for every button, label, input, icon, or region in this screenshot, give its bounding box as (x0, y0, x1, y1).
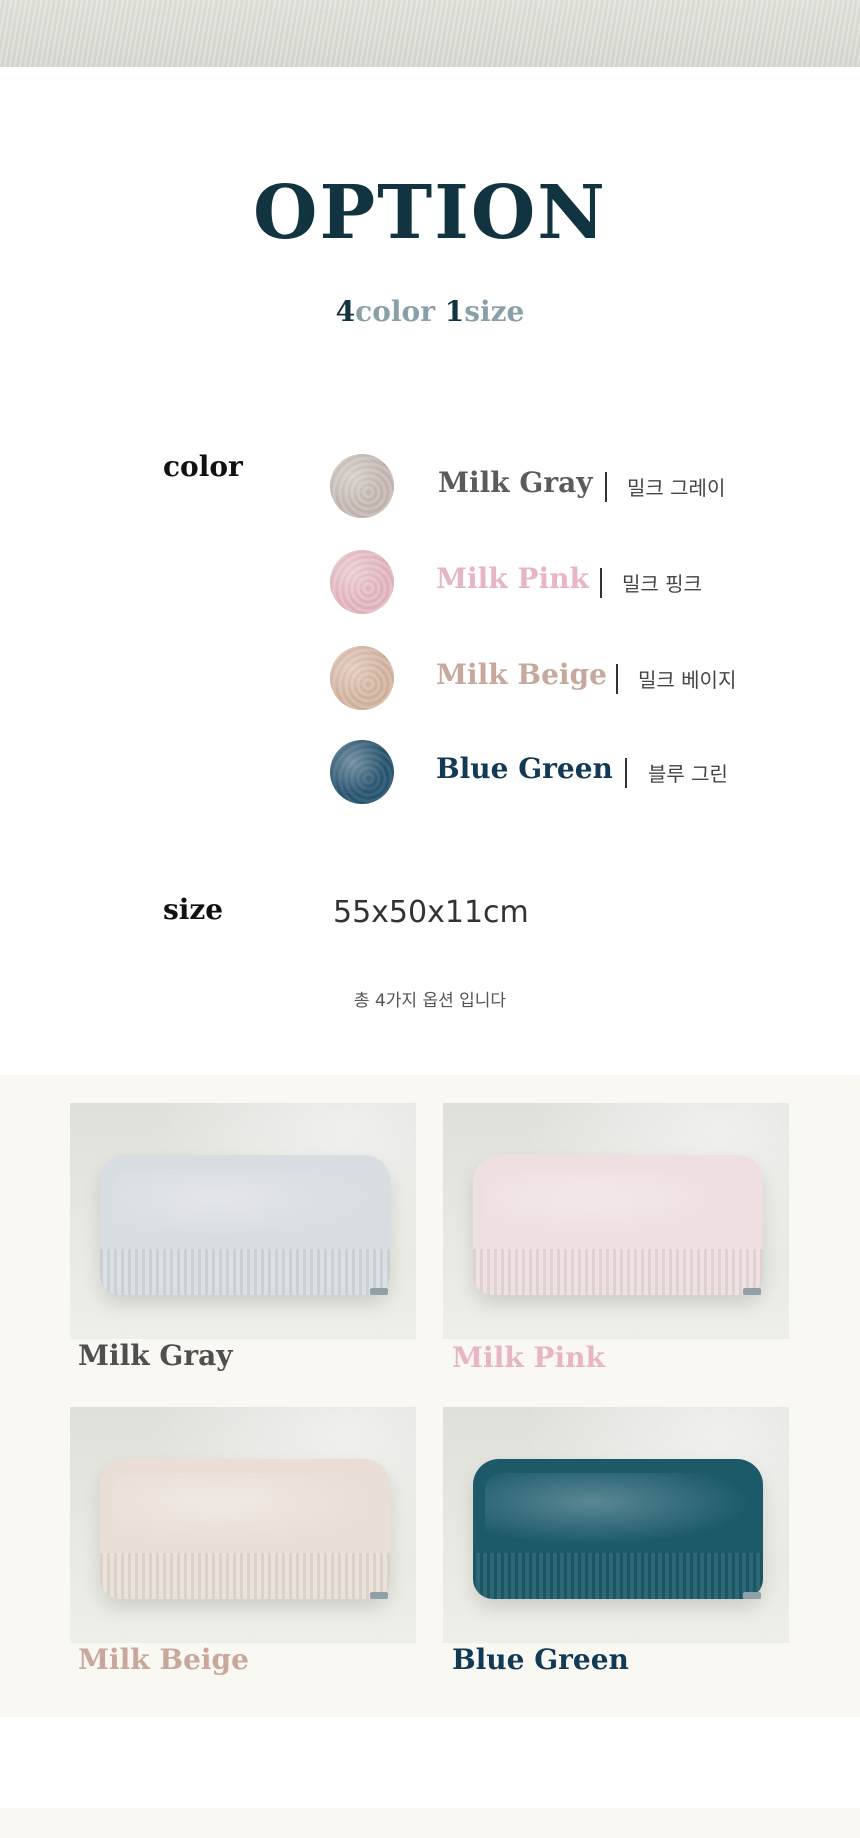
color-option-milk-beige: Milk Beige 밀크 베이지 (330, 646, 790, 710)
photo-milk-beige (70, 1407, 416, 1643)
page-title: OPTION (253, 170, 607, 256)
korean-name: 밀크 핑크 (622, 572, 702, 596)
caption-milk-beige: Milk Beige (78, 1643, 249, 1676)
divider (616, 664, 618, 694)
color-count: 4 (335, 295, 356, 328)
caption-blue-green: Blue Green (452, 1643, 629, 1676)
label-tag (370, 1288, 388, 1295)
label-tag (370, 1592, 388, 1599)
color-option-blue-green: Blue Green 블루 그린 (330, 740, 790, 804)
photo-milk-gray (70, 1103, 416, 1339)
swatch-milk-pink (330, 550, 394, 614)
caption-milk-gray: Milk Gray (78, 1339, 233, 1372)
divider (600, 568, 602, 598)
cushion-image (473, 1459, 763, 1599)
size-count: 1 (444, 295, 465, 328)
divider (605, 472, 607, 502)
product-gallery: Milk Gray Milk Pink Milk Beige Blue Gree… (0, 1075, 860, 1717)
cushion-image (100, 1155, 390, 1295)
color-name: Milk Gray (438, 466, 593, 499)
label-tag (743, 1288, 761, 1295)
color-name: Blue Green (436, 752, 613, 785)
color-option-milk-gray: Milk Gray 밀크 그레이 (330, 454, 790, 518)
korean-name: 블루 그린 (648, 762, 728, 786)
color-word: color (355, 295, 435, 328)
swatch-milk-beige (330, 646, 394, 710)
color-section-label: color (163, 450, 243, 483)
swatch-blue-green (330, 740, 394, 804)
size-word: size (464, 295, 525, 328)
top-fabric-strip (0, 0, 860, 67)
label-tag (743, 1592, 761, 1599)
photo-blue-green (443, 1407, 789, 1643)
size-value: 55x50x11cm (333, 895, 529, 930)
korean-name: 밀크 베이지 (638, 668, 737, 692)
size-section-label: size (163, 893, 224, 926)
color-name: Milk Pink (436, 562, 589, 595)
options-summary: 4color 1size (0, 295, 860, 328)
divider (625, 758, 627, 788)
swatch-milk-gray (330, 454, 394, 518)
cushion-image (100, 1459, 390, 1599)
color-name: Milk Beige (436, 658, 607, 691)
color-option-milk-pink: Milk Pink 밀크 핑크 (330, 550, 790, 614)
caption-milk-pink: Milk Pink (452, 1341, 605, 1374)
bottom-strip (0, 1808, 860, 1838)
cushion-image (473, 1155, 763, 1295)
options-note: 총 4가지 옵션 입니다 (353, 991, 507, 1011)
korean-name: 밀크 그레이 (627, 476, 726, 500)
photo-milk-pink (443, 1103, 789, 1339)
